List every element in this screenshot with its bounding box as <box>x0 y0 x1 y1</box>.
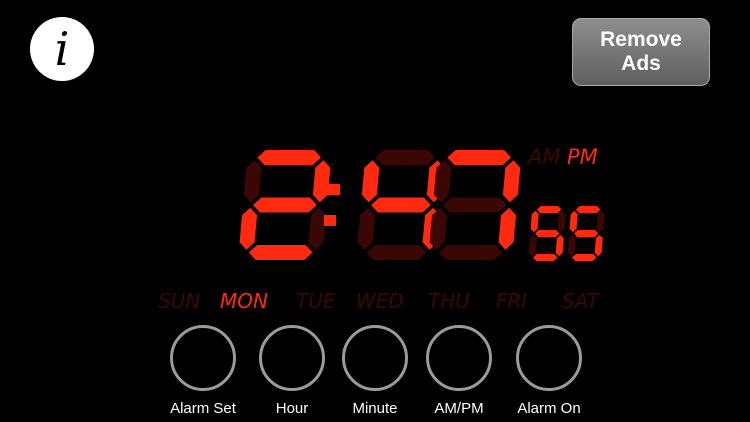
seconds-tens-digit-segment-g <box>535 230 560 237</box>
hour-ones-digit-segment-b <box>312 160 331 203</box>
seconds-tens-digit-segment-d <box>533 254 558 261</box>
clock-seconds-digits <box>528 206 605 261</box>
minute-ones-digit-segment-a <box>447 150 511 165</box>
weekday-sun: SUN <box>158 289 200 313</box>
minute-ones-digit-segment-d <box>438 245 503 260</box>
seconds-ones-digit-segment-b <box>596 210 605 233</box>
seconds-ones-digit-segment-c <box>594 234 603 257</box>
hour-ones-digit-segment-c <box>308 207 326 250</box>
seconds-ones-digit <box>567 206 605 261</box>
weekday-thu: THU <box>428 289 470 313</box>
seconds-ones-digit-segment-g <box>574 230 599 237</box>
alarm-controls: Alarm Set Hour Minute AM/PM Alarm On <box>0 325 750 422</box>
minute-tens-digit-segment-d <box>366 245 427 260</box>
minute-tens-digit-segment-a <box>375 150 435 165</box>
am-label: AM <box>526 145 560 169</box>
weekday-fri: FRI <box>496 289 527 313</box>
weekday-row: SUN MON TUE WED THU FRI SAT <box>158 289 601 313</box>
hour-ring <box>259 325 325 391</box>
hour-ones-digit-segment-a <box>257 150 321 165</box>
hour-ones-digit-segment-d <box>248 245 313 260</box>
seconds-ones-digit-segment-f <box>569 210 578 233</box>
minute-ones-digit-segment-c <box>498 207 516 250</box>
seconds-tens-digit-segment-e <box>528 234 537 257</box>
weekday-sat: SAT <box>562 289 601 313</box>
seconds-tens-digit-segment-f <box>530 210 539 233</box>
weekday-tue: TUE <box>296 289 336 313</box>
seconds-tens-digit-segment-a <box>536 206 562 213</box>
seconds-tens-digit <box>528 206 566 261</box>
minute-tens-digit-segment-g <box>371 197 431 213</box>
minute-ones-digit-segment-g <box>443 197 507 213</box>
seconds-ones-digit-segment-e <box>567 234 576 257</box>
seconds-ones-digit-segment-a <box>575 206 601 213</box>
alarm-on-button[interactable]: Alarm On <box>494 325 604 417</box>
ampm-indicator: AM PM <box>526 145 598 169</box>
seconds-tens-digit-segment-b <box>557 210 566 233</box>
hour-ones-digit-segment-f <box>243 160 262 203</box>
digital-clock: AM PM SUN MON TUE WED THU FRI SAT <box>158 145 605 313</box>
clock-main-digits <box>239 150 521 260</box>
hour-ones-digit-segment-g <box>253 197 317 213</box>
seconds-ones-digit-segment-d <box>572 254 597 261</box>
ampm-ring <box>426 325 492 391</box>
minute-ones-digit-segment-b <box>502 160 521 203</box>
hour-ones-digit-segment-e <box>239 207 257 250</box>
alarm-on-label: Alarm On <box>517 400 581 417</box>
minute-tens-digit-segment-f <box>361 160 380 203</box>
alarm-on-ring <box>516 325 582 391</box>
hour-ones-digit <box>239 150 331 260</box>
alarm-set-ring <box>170 325 236 391</box>
minute-ring <box>342 325 408 391</box>
minute-tens-digit-segment-e <box>357 207 375 250</box>
seconds-tens-digit-segment-c <box>555 234 564 257</box>
minute-ones-digit <box>429 150 521 260</box>
weekday-wed: WED <box>356 289 404 313</box>
pm-label: PM <box>567 145 598 169</box>
weekday-mon: MON <box>220 289 268 313</box>
